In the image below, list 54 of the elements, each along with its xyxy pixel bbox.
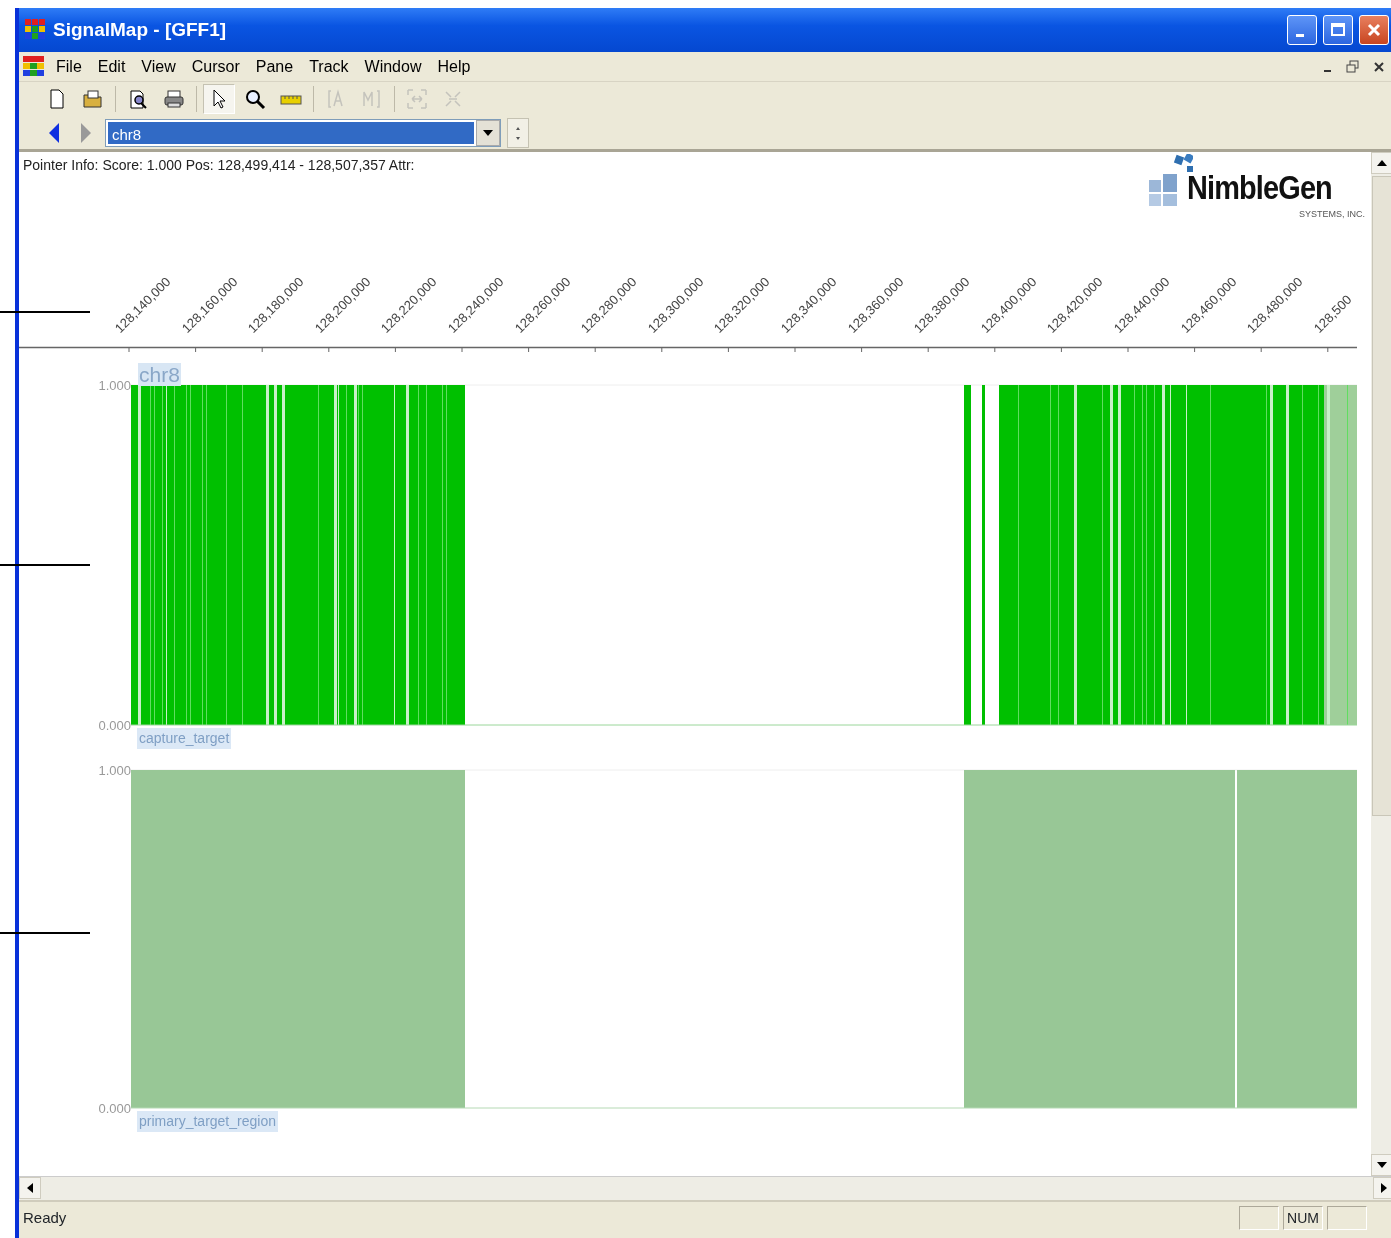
pointer-info: Pointer Info: Score: 1.000 Pos: 128,499,414 - 128,507,357 Attr: (23, 156, 415, 175)
menu-item[interactable]: Cursor (184, 52, 247, 81)
expand-icon (406, 88, 428, 110)
minimize-icon (1296, 33, 1304, 37)
menu-item[interactable]: Pane (248, 52, 301, 81)
minimize-icon (1323, 69, 1331, 72)
status-text: Ready (23, 1207, 68, 1228)
scroll-left-button[interactable] (19, 1177, 41, 1199)
status-panel (1239, 1206, 1279, 1230)
app-icon (25, 19, 47, 41)
scroll-right-button[interactable] (1373, 1177, 1391, 1199)
scroll-down-button[interactable] (1371, 1154, 1391, 1176)
folder-icon (82, 88, 104, 110)
y-axis-label: 0.000 (98, 717, 131, 735)
close-icon (1366, 22, 1382, 38)
menu-item[interactable]: Help (430, 52, 478, 81)
minimize-button[interactable] (1287, 15, 1317, 45)
y-axis-label: 0.000 (98, 1100, 131, 1118)
track-name: primary_target_region (137, 1111, 278, 1132)
menu-item[interactable]: Window (357, 52, 429, 81)
dropdown-arrow-icon (483, 129, 493, 136)
chromosome-label: chr8 (138, 363, 181, 387)
search-icon (244, 88, 266, 110)
window-title: SignalMap - [GFF1] (53, 17, 227, 42)
toolbar-button[interactable] (203, 84, 235, 114)
maximize-button[interactable] (1323, 15, 1353, 45)
up-arrow-icon (1377, 160, 1387, 166)
status-indicator: NUM (1283, 1206, 1323, 1230)
menu-item[interactable]: Track (302, 52, 356, 81)
forward-arrow-icon (79, 121, 93, 144)
app-icon (23, 55, 47, 78)
chromosome-dropdown[interactable]: chr8 (105, 118, 501, 147)
menu-item[interactable]: File (49, 52, 89, 81)
right-arrow-icon (1381, 1183, 1387, 1193)
printer-icon (163, 88, 185, 110)
menu-item[interactable]: Edit (90, 52, 133, 81)
maximize-icon (1330, 22, 1346, 38)
restore-icon (1346, 59, 1360, 74)
y-axis-label: 1.000 (98, 377, 131, 395)
logo-subtitle: SYSTEMS, INC. (1299, 208, 1365, 221)
down-arrow-icon (1377, 1162, 1387, 1168)
bracket-icon (361, 88, 383, 110)
scrollbar-thumb[interactable] (1372, 176, 1391, 816)
close-icon (1373, 60, 1385, 73)
back-arrow-icon (47, 121, 61, 144)
menu-item[interactable]: View (134, 52, 183, 81)
logo-wordmark: NimbleGen (1187, 170, 1332, 204)
scroll-up-button[interactable] (1371, 152, 1391, 174)
print-preview-icon (127, 88, 149, 110)
y-axis-label: 1.000 (98, 762, 131, 780)
close-button[interactable] (1359, 15, 1389, 45)
track-name: capture_target (137, 728, 232, 749)
status-panel (1327, 1206, 1367, 1230)
left-arrow-icon (27, 1183, 33, 1193)
